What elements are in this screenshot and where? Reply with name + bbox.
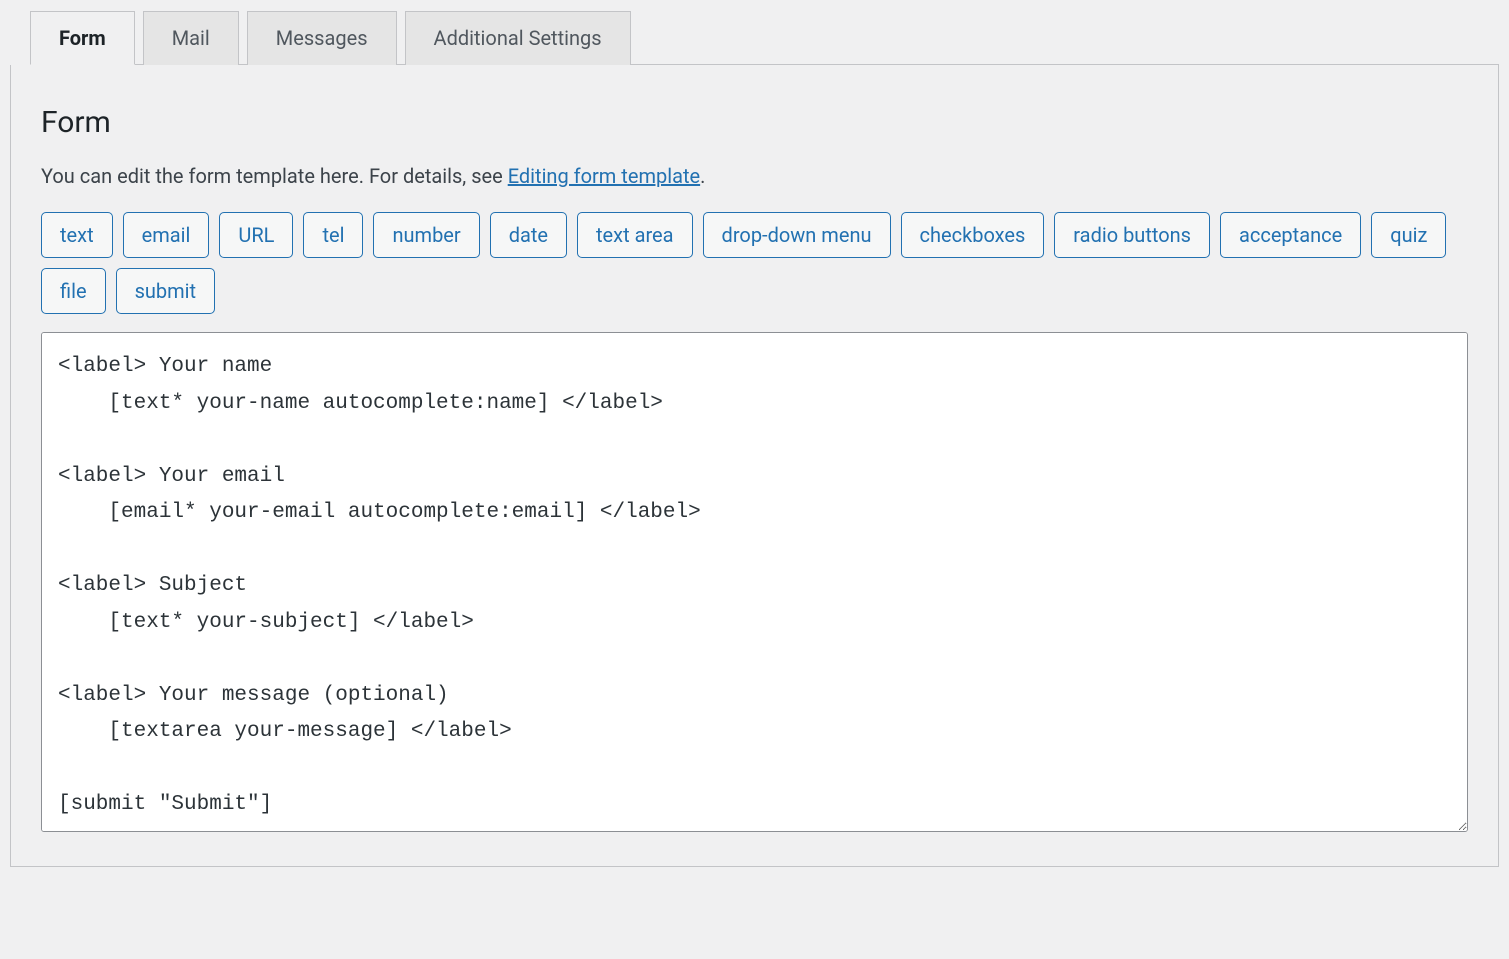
tag-button-acceptance[interactable]: acceptance xyxy=(1220,212,1361,258)
tag-button-radio[interactable]: radio buttons xyxy=(1054,212,1210,258)
tag-button-submit[interactable]: submit xyxy=(116,268,216,314)
tag-button-number[interactable]: number xyxy=(373,212,479,258)
description-suffix: . xyxy=(700,164,705,188)
tag-button-dropdown[interactable]: drop-down menu xyxy=(703,212,891,258)
section-title: Form xyxy=(41,105,1468,140)
form-template-textarea[interactable] xyxy=(41,332,1468,832)
tabs-container: Form Mail Messages Additional Settings xyxy=(30,10,1499,65)
tag-buttons-row: text email URL tel number date text area… xyxy=(41,212,1468,314)
tag-button-file[interactable]: file xyxy=(41,268,106,314)
tag-button-url[interactable]: URL xyxy=(219,212,293,258)
tab-additional-settings[interactable]: Additional Settings xyxy=(405,11,631,65)
section-description: You can edit the form template here. For… xyxy=(41,164,1468,188)
description-prefix: You can edit the form template here. For… xyxy=(41,164,508,188)
tab-messages[interactable]: Messages xyxy=(247,11,397,65)
tag-button-date[interactable]: date xyxy=(490,212,567,258)
tag-button-tel[interactable]: tel xyxy=(303,212,363,258)
tag-button-email[interactable]: email xyxy=(123,212,210,258)
tag-button-checkboxes[interactable]: checkboxes xyxy=(901,212,1045,258)
tag-button-text[interactable]: text xyxy=(41,212,113,258)
tab-form[interactable]: Form xyxy=(30,11,135,65)
tab-mail[interactable]: Mail xyxy=(143,11,239,65)
form-panel: Form You can edit the form template here… xyxy=(10,65,1499,867)
tag-button-textarea[interactable]: text area xyxy=(577,212,693,258)
tag-button-quiz[interactable]: quiz xyxy=(1371,212,1446,258)
editing-template-link[interactable]: Editing form template xyxy=(508,164,700,188)
